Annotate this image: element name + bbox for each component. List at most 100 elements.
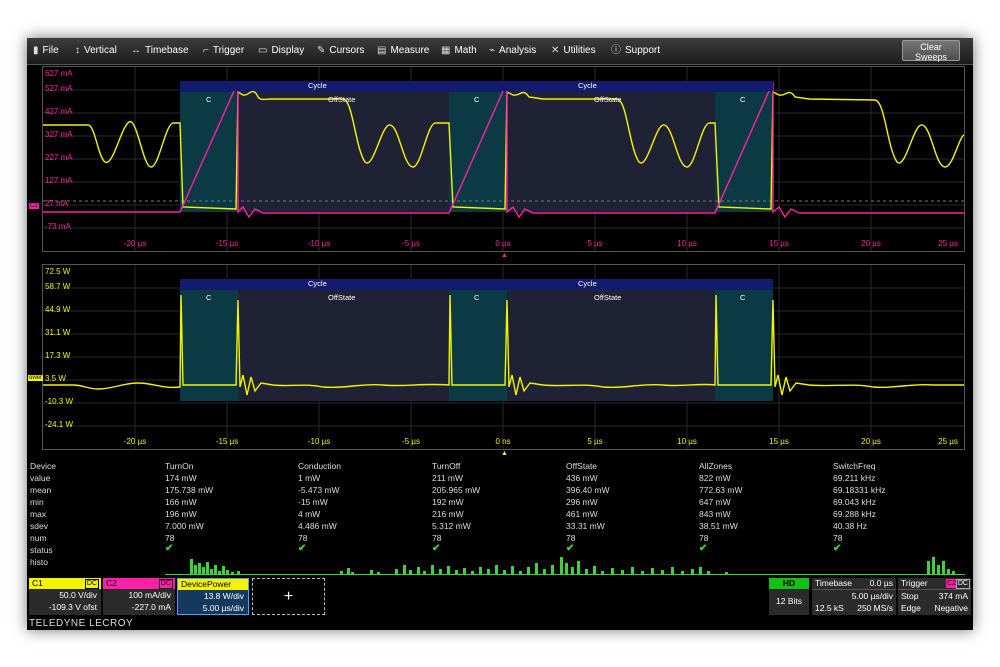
oscilloscope-window: ▮ File ↕ Vertical ↔ Timebase ⌐ Trigger ▭ Disp… (27, 38, 973, 630)
table-cell: 647 mW (699, 497, 731, 507)
table-cell: 205.965 mW (432, 485, 481, 495)
vertical-arrows-icon: ↕ (75, 45, 80, 56)
file-icon: ▮ (33, 45, 39, 56)
table-cell: 5.312 mW (432, 521, 471, 531)
col-header: Device (30, 461, 56, 471)
col-header[interactable]: Conduction (298, 461, 341, 471)
table-cell: 7.000 mW (165, 521, 204, 531)
zone-label-c: C (740, 293, 746, 302)
horizontal-arrows-icon: ↔ (131, 45, 141, 56)
acquisition-mode-panel[interactable]: HD 12 Bits (769, 578, 809, 615)
menu-display[interactable]: ▭ Display (258, 38, 304, 64)
row-label: sdev (30, 521, 48, 531)
trigger-time-marker[interactable]: ▲ (501, 252, 508, 259)
col-header[interactable]: AllZones (699, 461, 732, 471)
x-tick-label: 10 µs (677, 437, 697, 446)
zone-label-c: C (206, 95, 212, 104)
x-tick-label: 10 µs (677, 239, 697, 248)
table-cell: 33.31 mW (566, 521, 605, 531)
y-tick-label: 327 mA (45, 130, 73, 139)
menu-support[interactable]: ⓘ Support (611, 38, 660, 64)
current-grid[interactable]: Cycle Cycle C OffState C OffState C 627 … (29, 66, 965, 252)
y-tick-label: -10.3 W (45, 397, 74, 406)
col-header[interactable]: TurnOn (165, 461, 194, 471)
table-cell: 69.043 kHz (833, 497, 876, 507)
current-grid-canvas (43, 67, 964, 251)
table-cell: 4.486 mW (298, 521, 337, 531)
menu-timebase[interactable]: ↔ Timebase (131, 38, 189, 64)
timebase-panel[interactable]: Timebase 0.0 µs 5.00 µs/div 12.5 kS 250 MS… (812, 578, 896, 615)
table-cell: 192 mW (432, 497, 464, 507)
table-cell: 78 (699, 533, 709, 543)
device-power-offset-marker[interactable]: ower (28, 375, 44, 381)
y-tick-label: -24.1 W (45, 420, 74, 429)
x-tick-label: 20 µs (861, 239, 881, 248)
y-tick-label: 3.5 W (45, 374, 66, 383)
y-tick-label: 527 mA (45, 84, 73, 93)
zone-label-offstate: OffState (328, 95, 356, 104)
menu-math[interactable]: ▦ Math (441, 38, 477, 64)
table-cell: 216 mW (432, 509, 464, 519)
x-tick-label: 25 µs (938, 239, 958, 248)
zone-label-offstate: OffState (594, 293, 622, 302)
device-power-panel[interactable]: DevicePower 13.8 W/div 5.00 µs/div (177, 578, 249, 615)
menu-file[interactable]: ▮ File (33, 38, 59, 64)
table-cell: 78 (165, 533, 175, 543)
menu-measure[interactable]: ▤ Measure (377, 38, 429, 64)
col-header[interactable]: TurnOff (432, 461, 460, 471)
trigger-time-marker[interactable]: ▲ (501, 450, 508, 457)
table-cell: 175.738 mW (165, 485, 214, 495)
table-cell: 843 mW (699, 509, 731, 519)
c1-channel-panel[interactable]: C1 DC 50.0 V/div -109.3 V ofst (29, 578, 101, 615)
y-tick-label: -73 mA (45, 222, 71, 231)
row-label: status (30, 545, 53, 555)
y-tick-label: 427 mA (45, 107, 73, 116)
clear-sweeps-button[interactable]: Clear Sweeps (902, 40, 960, 62)
x-tick-label: -5 µs (402, 437, 420, 446)
table-cell: 211 mW (432, 473, 464, 483)
col-header[interactable]: OffState (566, 461, 597, 471)
x-tick-label: -15 µs (215, 437, 239, 446)
table-cell: -15 mW (298, 497, 328, 507)
zone-label-c: C (206, 293, 212, 302)
menu-vertical[interactable]: ↕ Vertical (75, 38, 117, 64)
y-tick-label: 44.9 W (45, 305, 71, 314)
x-tick-label: 0 ns (495, 437, 511, 446)
table-cell: 78 (298, 533, 308, 543)
table-cell: 69.288 kHz (833, 509, 876, 519)
menu-analysis[interactable]: ⌁ Analysis (489, 38, 536, 64)
menu-cursors[interactable]: ✎ Cursors (317, 38, 364, 64)
y-tick-label: 627 mA (45, 69, 73, 78)
x-tick-label: 5 µs (587, 437, 603, 446)
trigger-panel[interactable]: Trigger C2 DC Stop 374 mA Edge Negative (898, 578, 971, 615)
y-tick-label: 31.1 W (45, 328, 71, 337)
table-cell: 436 mW (566, 473, 598, 483)
info-icon: ⓘ (611, 45, 621, 56)
trigger-icon: ⌐ (203, 45, 209, 56)
x-tick-label: 0 µs (495, 239, 511, 248)
utilities-icon: ✕ (551, 45, 560, 56)
menu-trigger[interactable]: ⌐ Trigger (203, 38, 244, 64)
table-cell: 822 mW (699, 473, 731, 483)
menu-bar: ▮ File ↕ Vertical ↔ Timebase ⌐ Trigger ▭ Disp… (27, 38, 973, 65)
table-cell: 40.38 Hz (833, 521, 868, 531)
cycle-zone-header: Cycle Cycle (180, 81, 773, 91)
menu-utilities[interactable]: ✕ Utilities (551, 38, 596, 64)
y-tick-label: 17.3 W (45, 351, 71, 360)
table-cell: 296 mW (566, 497, 598, 507)
y-tick-label: 72.5 W (45, 267, 71, 276)
zone-label-offstate: OffState (328, 293, 356, 302)
c2-channel-panel[interactable]: C2 DC 100 mA/div -227.0 mA (103, 578, 175, 615)
zone-label-offstate: OffState (594, 95, 622, 104)
add-trace-button[interactable]: + (252, 578, 325, 615)
x-tick-label: -5 µs (402, 239, 420, 248)
offstate-zone-1 (238, 92, 449, 212)
col-header[interactable]: SwitchFreq (833, 461, 876, 471)
power-grid[interactable]: Cycle Cycle C OffState C OffState C 72.5… (28, 264, 965, 450)
offstate-zone-2 (507, 92, 715, 212)
table-cell: 78 (833, 533, 843, 543)
brand-logo: TELEDYNE LECROY (29, 618, 134, 629)
table-cell: 396.40 mW (566, 485, 610, 495)
cycle-zone-header: Cycle Cycle (180, 279, 773, 289)
c2-offset-marker[interactable]: C2 (29, 203, 39, 209)
